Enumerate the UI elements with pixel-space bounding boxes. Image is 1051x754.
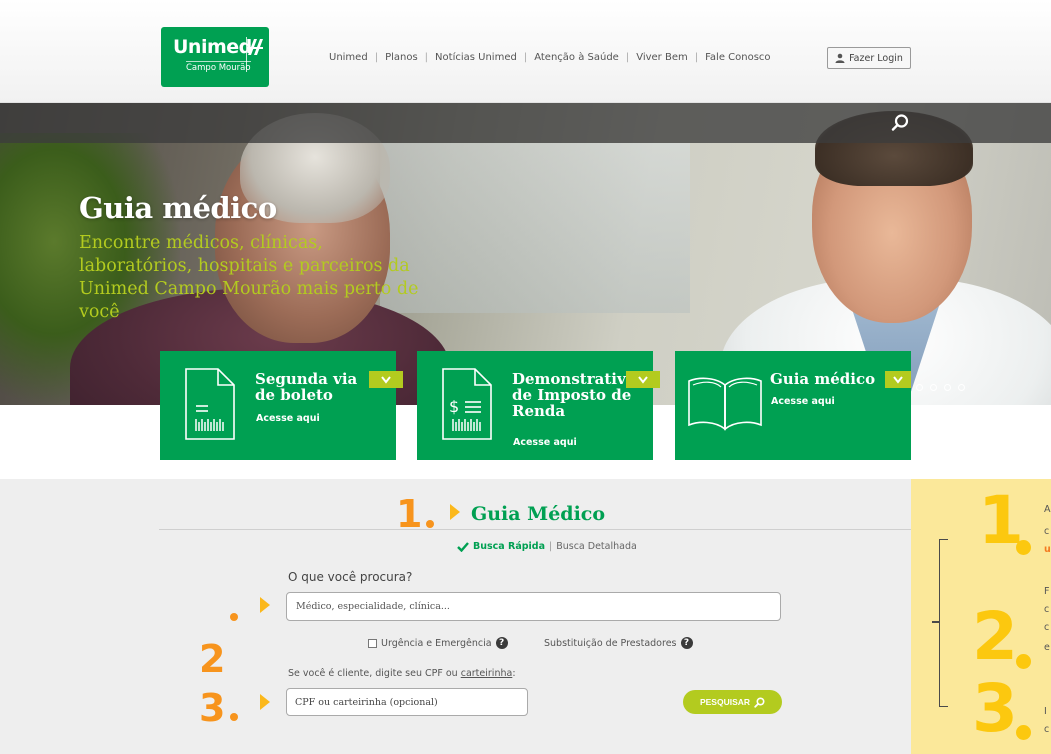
tab-separator: |: [549, 541, 553, 552]
nav-item-unimed[interactable]: Unimed: [329, 52, 368, 63]
chevron-down-icon: [638, 376, 648, 384]
help-text-2-line-3: c: [1044, 622, 1050, 633]
nav-separator: |: [523, 52, 528, 63]
cpf-label: Se você é cliente, digite seu CPF ou car…: [288, 668, 516, 679]
unimed-symbol-icon: [247, 39, 263, 55]
card-title: Guia médico: [770, 370, 876, 388]
hero-subtitle: Encontre médicos, clínicas, laboratórios…: [79, 233, 419, 322]
open-book-icon: [688, 377, 762, 431]
login-button[interactable]: Fazer Login: [827, 47, 911, 69]
step-dot: [230, 713, 238, 721]
help-text-1-line-2: c: [1044, 526, 1050, 537]
cpf-label-colon: :: [512, 668, 516, 679]
chevron-down-icon: [381, 376, 391, 384]
step-number-1: 1: [396, 492, 422, 536]
help-icon[interactable]: ?: [680, 637, 693, 649]
help-step-dot: [1016, 540, 1031, 555]
card-expand-button[interactable]: [369, 371, 403, 388]
hero-title: Guia médico: [79, 191, 277, 225]
svg-text:$: $: [449, 397, 459, 416]
emergency-option: Urgência e Emergência ?: [368, 637, 508, 649]
search-tabs: Busca Rápida | Busca Detalhada: [457, 541, 637, 552]
emergency-checkbox[interactable]: [368, 638, 377, 648]
top-header: Unimed Campo Mourão Unimed | Planos | No…: [0, 0, 1051, 103]
step-number-2: 2: [199, 637, 225, 681]
help-step-dot: [1016, 725, 1031, 740]
replacement-option: Substituição de Prestadores ?: [544, 637, 693, 649]
card-demonstrativo-ir[interactable]: $ Demonstrativo de Imposto de Renda Aces…: [417, 351, 660, 460]
nav-item-viver-bem[interactable]: Viver Bem: [636, 52, 688, 63]
step-arrow-icon: [260, 694, 270, 710]
nav-item-noticias[interactable]: Notícias Unimed: [435, 52, 517, 63]
carousel-dot[interactable]: [916, 384, 923, 391]
nav-item-atencao-saude[interactable]: Atenção à Saúde: [534, 52, 619, 63]
step-dot: [426, 520, 434, 528]
card-segunda-via-boleto[interactable]: Segunda via de boleto Acesse aqui: [160, 351, 403, 460]
help-text-3-line-1: I: [1044, 706, 1047, 717]
search-button-label: PESQUISAR: [699, 697, 751, 707]
nav-separator: |: [625, 52, 630, 63]
question-label: O que você procura?: [288, 570, 413, 584]
search-button[interactable]: PESQUISAR: [683, 690, 782, 714]
help-text-2-line-1: F: [1044, 586, 1050, 597]
card-title: Segunda via de boleto: [255, 370, 358, 404]
section-divider: [159, 529, 911, 530]
card-link[interactable]: Acesse aqui: [256, 413, 320, 424]
help-step-number-2: 2: [972, 598, 1018, 675]
card-expand-button[interactable]: [885, 371, 911, 388]
help-text-2-line-2: c: [1044, 604, 1050, 615]
nav-separator: |: [424, 52, 429, 63]
step-number-3: 3: [199, 686, 225, 730]
help-text-1-line-1: A: [1044, 504, 1051, 515]
tab-busca-detalhada[interactable]: Busca Detalhada: [556, 541, 637, 552]
tax-document-icon: $: [442, 368, 492, 440]
main-nav: Unimed | Planos | Notícias Unimed | Aten…: [329, 52, 771, 63]
help-text-2-line-4: e: [1044, 642, 1050, 653]
search-icon: [754, 696, 765, 708]
cpf-input[interactable]: [286, 688, 528, 716]
carteirinha-link[interactable]: carteirinha: [461, 668, 513, 679]
help-step-number-3: 3: [972, 670, 1018, 747]
help-text-3-line-2: c: [1044, 724, 1050, 735]
section-title: Guia Médico: [471, 503, 606, 525]
card-guia-medico[interactable]: Guia médico Acesse aqui: [675, 351, 911, 460]
nav-item-fale-conosco[interactable]: Fale Conosco: [705, 52, 770, 63]
chevron-down-icon: [893, 376, 903, 384]
card-link[interactable]: Acesse aqui: [771, 396, 835, 407]
nav-item-planos[interactable]: Planos: [385, 52, 418, 63]
logo-location: Campo Mourão: [186, 61, 251, 73]
help-text-1-line-3: u: [1044, 544, 1051, 555]
card-link[interactable]: Acesse aqui: [513, 437, 577, 448]
nav-separator: |: [374, 52, 379, 63]
card-expand-button[interactable]: [626, 371, 660, 388]
help-step-dot: [1016, 654, 1031, 669]
carousel-dot[interactable]: [930, 384, 937, 391]
help-bracket: [939, 539, 948, 707]
carousel-dot[interactable]: [958, 384, 965, 391]
search-input[interactable]: [286, 592, 781, 621]
replacement-label[interactable]: Substituição de Prestadores: [544, 638, 677, 649]
search-icon[interactable]: [889, 112, 911, 134]
step-dot: [230, 613, 238, 621]
boleto-document-icon: [185, 368, 235, 440]
help-step-number-1: 1: [978, 482, 1024, 559]
login-label: Fazer Login: [849, 52, 903, 64]
step-arrow-icon: [260, 597, 270, 613]
card-title: Demonstrativo de Imposto de Renda: [512, 370, 636, 420]
step-arrow-icon: [450, 504, 460, 520]
help-icon[interactable]: ?: [495, 637, 508, 649]
tab-busca-rapida[interactable]: Busca Rápida: [473, 541, 545, 552]
logo-wordmark: Unimed: [173, 36, 252, 58]
user-icon: [835, 53, 845, 63]
emergency-label: Urgência e Emergência: [381, 637, 492, 649]
nav-separator: |: [694, 52, 699, 63]
help-bracket-tick: [932, 621, 940, 623]
checkmark-icon: [457, 542, 469, 552]
cpf-label-text: Se você é cliente, digite seu CPF ou: [288, 668, 461, 679]
unimed-logo[interactable]: Unimed Campo Mourão: [161, 27, 269, 87]
carousel-dot[interactable]: [944, 384, 951, 391]
